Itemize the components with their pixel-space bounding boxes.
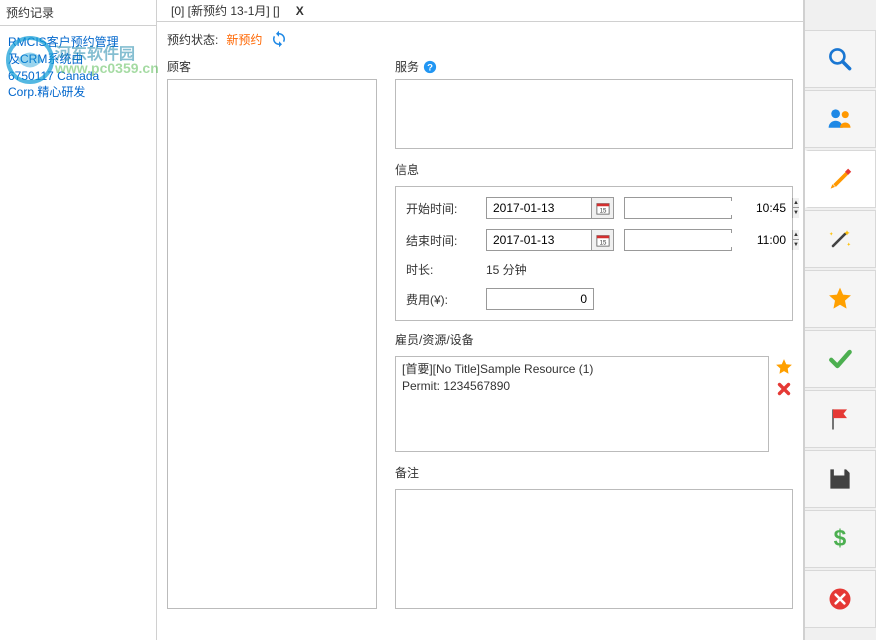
spin-up-icon[interactable]: ▲	[793, 230, 799, 240]
end-date-input[interactable]: 15	[486, 229, 614, 251]
cancel-button[interactable]	[805, 570, 876, 628]
refresh-icon[interactable]	[270, 30, 288, 48]
start-time-input[interactable]: ▲▼	[624, 197, 732, 219]
end-time-label: 结束时间:	[406, 232, 476, 249]
tab-bar: [0] [新预约 13-1月] [] X	[157, 0, 803, 22]
info-header: 信息	[395, 161, 793, 178]
notes-header: 备注	[395, 464, 793, 481]
svg-text:15: 15	[599, 207, 606, 214]
duration-label: 时长:	[406, 261, 476, 278]
service-box[interactable]	[395, 79, 793, 149]
svg-text:$: $	[834, 525, 847, 551]
start-date-input[interactable]: 15	[486, 197, 614, 219]
svg-text:?: ?	[427, 62, 433, 73]
duration-value: 15 分钟	[486, 261, 527, 278]
resource-header: 雇员/资源/设备	[395, 331, 793, 348]
info-line: 6750117 Canada	[8, 68, 148, 85]
resource-line: Permit: 1234567890	[402, 378, 762, 395]
tab-appointment[interactable]: [0] [新预约 13-1月] []	[163, 0, 288, 21]
end-time-input[interactable]: ▲▼	[624, 229, 732, 251]
start-date-field[interactable]	[487, 201, 591, 215]
spin-down-icon[interactable]: ▼	[793, 240, 799, 250]
info-line: Corp.精心研发	[8, 84, 148, 101]
left-panel: 预约记录 RMCIS客户预约管理 及CRM系统由 6750117 Canada …	[0, 0, 157, 640]
customer-label: 顾客	[167, 58, 377, 75]
service-label: 服务	[395, 58, 419, 75]
end-date-field[interactable]	[487, 233, 591, 247]
calendar-icon[interactable]: 15	[591, 198, 613, 218]
right-toolbar: $	[804, 0, 876, 640]
search-button[interactable]	[805, 30, 876, 88]
status-value: 新预约	[226, 31, 262, 48]
save-button[interactable]	[805, 450, 876, 508]
confirm-button[interactable]	[805, 330, 876, 388]
end-time-field[interactable]	[625, 233, 792, 247]
edit-button[interactable]	[805, 150, 876, 208]
wand-button[interactable]	[805, 210, 876, 268]
spin-down-icon[interactable]: ▼	[793, 208, 799, 218]
favorite-button[interactable]	[805, 270, 876, 328]
left-panel-header: 预约记录	[0, 0, 156, 26]
center-panel: [0] [新预约 13-1月] [] X 预约状态: 新预约 顾客 服务	[157, 0, 804, 640]
notes-box[interactable]	[395, 489, 793, 609]
resource-box[interactable]: [首要][No Title]Sample Resource (1) Permit…	[395, 356, 769, 452]
resource-line: [首要][No Title]Sample Resource (1)	[402, 361, 762, 378]
info-line: 及CRM系统由	[8, 51, 148, 68]
status-label: 预约状态:	[167, 31, 218, 48]
start-time-label: 开始时间:	[406, 200, 476, 217]
calendar-icon[interactable]: 15	[591, 230, 613, 250]
svg-text:15: 15	[599, 239, 606, 246]
info-line: RMCIS客户预约管理	[8, 34, 148, 51]
start-time-field[interactable]	[625, 201, 792, 215]
help-icon[interactable]: ?	[423, 60, 437, 74]
fee-input[interactable]	[486, 288, 594, 310]
users-button[interactable]	[805, 90, 876, 148]
customer-box[interactable]	[167, 79, 377, 609]
flag-button[interactable]	[805, 390, 876, 448]
star-icon[interactable]	[775, 358, 793, 376]
left-panel-info: RMCIS客户预约管理 及CRM系统由 6750117 Canada Corp.…	[0, 26, 156, 109]
spin-up-icon[interactable]: ▲	[793, 198, 799, 208]
tab-close-button[interactable]: X	[296, 4, 304, 18]
fee-label: 费用(¥):	[406, 291, 476, 308]
delete-icon[interactable]	[775, 380, 793, 398]
payment-button[interactable]: $	[805, 510, 876, 568]
